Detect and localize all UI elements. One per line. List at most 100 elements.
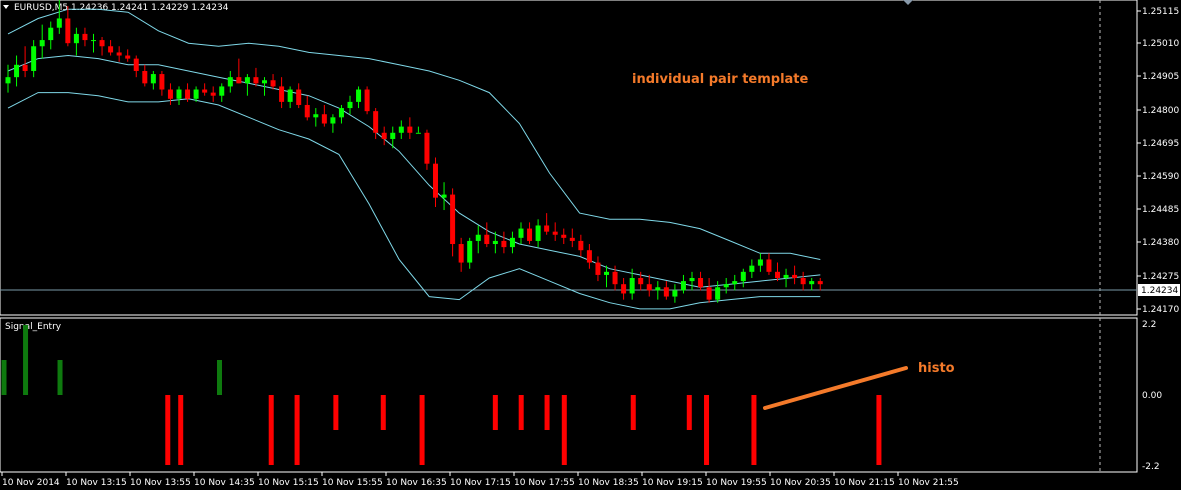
candle-body: [646, 284, 652, 291]
candle: [809, 278, 815, 291]
price-tick: 1.24905: [1137, 72, 1179, 82]
candle-body: [14, 64, 20, 78]
candle-body: [185, 89, 191, 99]
candle-body: [236, 77, 242, 84]
candle: [518, 222, 524, 245]
svg-text:1.25115: 1.25115: [1142, 7, 1179, 17]
candle-body: [304, 104, 310, 118]
histogram-bar: [518, 395, 524, 430]
indicator-name: Signal_Entry: [5, 322, 62, 332]
candle: [433, 157, 438, 207]
histogram-bar: [294, 395, 300, 465]
candle: [817, 278, 823, 291]
candle-body: [373, 111, 379, 133]
histogram-bar: [561, 395, 567, 465]
candle-body: [253, 77, 259, 84]
svg-text:10 Nov 17:15: 10 Nov 17:15: [450, 478, 511, 488]
candle-body: [800, 278, 806, 285]
candle-body: [296, 89, 302, 105]
candle-body: [415, 132, 421, 134]
candle-body: [706, 287, 712, 300]
candle: [604, 265, 609, 288]
chart-menu-arrow-icon[interactable]: [3, 5, 9, 9]
candle: [441, 182, 447, 211]
svg-text:10 Nov 21:55: 10 Nov 21:55: [898, 478, 959, 488]
candle: [766, 253, 772, 275]
one-click-trading-icon[interactable]: [903, 0, 913, 5]
histogram-bar: [1, 360, 7, 395]
time-tick: 10 Nov 18:35: [577, 472, 639, 488]
candle: [723, 278, 729, 294]
candle-body: [390, 132, 396, 139]
candle-body: [176, 89, 182, 99]
candle: [800, 271, 806, 291]
candle: [176, 86, 182, 105]
svg-text:10 Nov 15:15: 10 Nov 15:15: [258, 478, 319, 488]
time-tick: 10 Nov 2014: [1, 472, 60, 488]
price-candles: [5, 0, 823, 303]
candle-body: [407, 126, 413, 133]
svg-text:10 Nov 18:35: 10 Nov 18:35: [578, 478, 639, 488]
candle: [698, 271, 704, 291]
candle-body: [569, 237, 575, 241]
candle-body: [458, 244, 464, 263]
histogram-bar: [419, 395, 425, 465]
candle-body: [313, 114, 319, 118]
candle: [501, 231, 507, 254]
candle-body: [484, 234, 490, 245]
candle-body: [202, 89, 208, 93]
price-axis: 1.25115 1.25010 1.24905 1.24800 1.24695 …: [1137, 7, 1179, 315]
candle: [287, 86, 293, 109]
candle-body: [672, 290, 678, 297]
candle-body: [108, 46, 114, 53]
candle: [364, 86, 370, 115]
band-middle-line: [7, 54, 821, 288]
candle-body: [133, 58, 139, 71]
price-tick: 1.25115: [1137, 7, 1179, 17]
candle: [775, 262, 780, 282]
candle-body: [715, 287, 721, 300]
histogram-bar: [380, 395, 386, 430]
candle-body: [723, 284, 729, 288]
candle-body: [381, 132, 387, 139]
candle: [415, 126, 421, 134]
candle-body: [142, 70, 148, 84]
candle: [304, 95, 310, 121]
svg-text:10 Nov 14:35: 10 Nov 14:35: [194, 478, 255, 488]
svg-text:10 Nov 20:35: 10 Nov 20:35: [770, 478, 831, 488]
candle: [527, 222, 533, 245]
indicator-scale-max: 2.2: [1142, 320, 1156, 330]
candle-body: [262, 80, 267, 84]
candle-body: [116, 52, 122, 56]
time-tick: 10 Nov 17:15: [449, 472, 511, 488]
candle: [535, 219, 541, 248]
svg-text:10 Nov 13:15: 10 Nov 13:15: [66, 478, 127, 488]
candle: [680, 274, 686, 294]
indicator-window-frame: [0, 317, 1138, 473]
indicator-scale-min: -2.2: [1142, 462, 1160, 472]
histogram-bar: [178, 395, 184, 465]
candle: [792, 265, 798, 285]
candle: [227, 70, 233, 93]
candle-body: [279, 86, 285, 102]
svg-text:1.24275: 1.24275: [1142, 272, 1179, 282]
candle-body: [612, 271, 618, 285]
candle: [99, 36, 105, 56]
candle: [219, 83, 225, 102]
histogram-bar: [23, 325, 29, 395]
candle-body: [817, 281, 823, 285]
candle: [22, 46, 28, 78]
candle-body: [638, 278, 644, 285]
candle: [749, 259, 755, 279]
candle: [82, 27, 88, 47]
candle-body: [689, 278, 695, 282]
candle: [595, 256, 601, 282]
candle-body: [749, 265, 755, 272]
signal-histogram: [1, 325, 882, 465]
candle: [210, 86, 216, 102]
candle: [14, 55, 20, 87]
histogram-bar: [165, 395, 171, 465]
time-tick: 10 Nov 13:55: [129, 472, 191, 488]
candle-body: [210, 92, 216, 96]
candle: [689, 271, 695, 291]
